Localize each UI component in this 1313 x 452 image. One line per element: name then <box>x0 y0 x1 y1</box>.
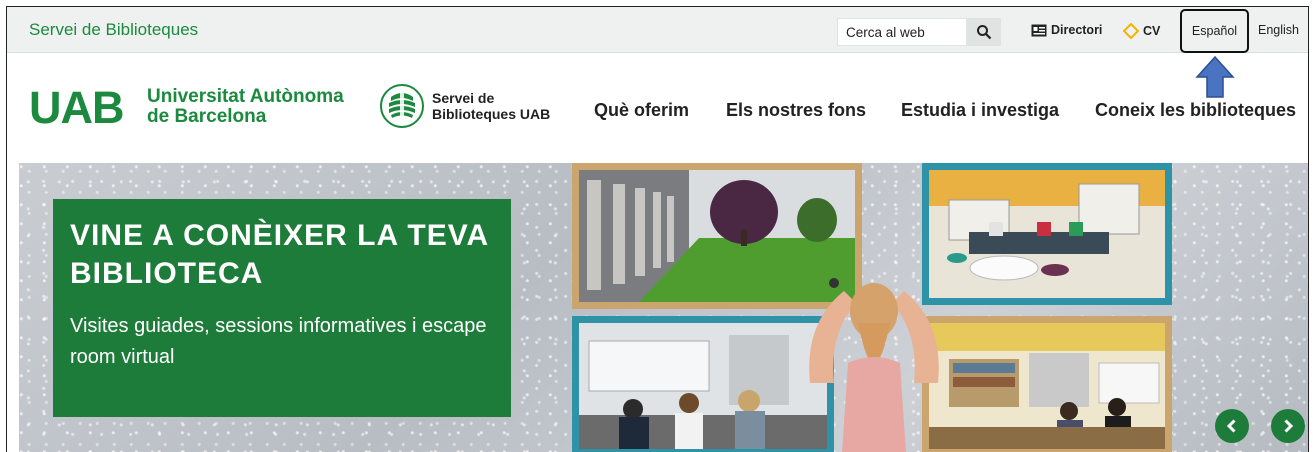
nav-els-nostres-fons[interactable]: Els nostres fons <box>726 100 866 121</box>
directory-icon <box>1031 24 1047 36</box>
browser-frame: Servei de Biblioteques Directori <box>6 6 1309 452</box>
next-slide-button[interactable] <box>1271 409 1305 443</box>
language-english-link[interactable]: English <box>1258 23 1299 37</box>
cv-link[interactable]: CV <box>1123 23 1160 39</box>
search-input[interactable] <box>838 19 966 45</box>
search-button[interactable] <box>967 18 1001 46</box>
site-name-link[interactable]: Servei de Biblioteques <box>29 20 198 40</box>
next-slide-icon <box>1284 419 1294 433</box>
library-name[interactable]: Servei de Biblioteques UAB <box>432 90 550 122</box>
promo-box[interactable]: VINE A CONÈIXER LA TEVA BIBLIOTECA Visit… <box>53 199 511 417</box>
uab-logo-mark[interactable]: UAB <box>29 85 124 130</box>
prev-slide-button[interactable] <box>1215 409 1249 443</box>
library-name-line1: Servei de <box>432 90 495 106</box>
promo-title: VINE A CONÈIXER LA TEVA BIBLIOTECA <box>70 219 489 290</box>
language-espanol-label: Español <box>1191 24 1238 38</box>
prev-slide-icon <box>1226 419 1236 433</box>
directory-link[interactable]: Directori <box>1031 23 1102 37</box>
uab-name-line1: Universitat Autònoma <box>147 86 344 107</box>
nav-que-oferim[interactable]: Què oferim <box>594 100 689 121</box>
nav-estudia-i-investiga[interactable]: Estudia i investiga <box>901 100 1059 121</box>
library-name-line2: Biblioteques UAB <box>432 106 551 122</box>
top-bar: Servei de Biblioteques Directori <box>7 7 1308 53</box>
search-box <box>837 18 967 46</box>
hero-carousel: VINE A CONÈIXER LA TEVA BIBLIOTECA Visit… <box>19 163 1308 452</box>
pointer-arrow-icon <box>1195 55 1235 98</box>
language-espanol-link[interactable]: Español <box>1180 9 1249 53</box>
promo-subtitle: Visites guiades, sessions informatives i… <box>70 315 487 368</box>
cv-diamond-icon <box>1123 23 1139 39</box>
photo-student-figure <box>809 278 939 452</box>
library-logo-icon[interactable] <box>379 83 425 129</box>
search-icon <box>977 25 992 40</box>
uab-name[interactable]: Universitat Autònoma de Barcelona <box>147 87 344 127</box>
uab-name-line2: de Barcelona <box>147 106 267 127</box>
directory-label: Directori <box>1051 23 1103 37</box>
cv-label: CV <box>1143 24 1161 38</box>
nav-coneix-les-biblioteques[interactable]: Coneix les biblioteques <box>1095 100 1296 121</box>
